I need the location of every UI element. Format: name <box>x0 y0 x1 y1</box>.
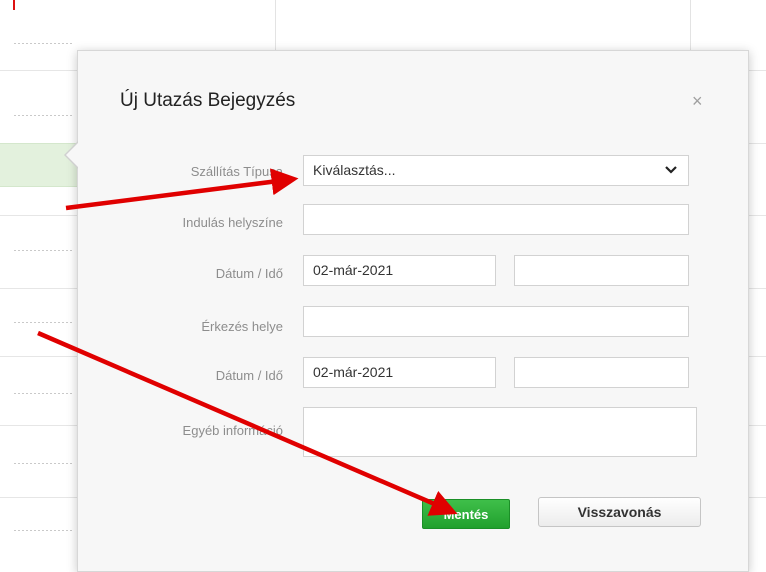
arrival-datetime-label: Dátum / Idő <box>215 368 283 383</box>
transport-type-value: Kiválasztás... <box>313 162 396 178</box>
departure-place-input[interactable] <box>303 204 689 235</box>
departure-time-input[interactable] <box>514 255 689 286</box>
close-icon[interactable]: × <box>692 91 703 112</box>
grid-dotted-line <box>14 322 74 323</box>
arrival-place-input[interactable] <box>303 306 689 337</box>
transport-type-select[interactable]: Kiválasztás... <box>303 155 689 186</box>
departure-place-label: Indulás helyszíne <box>182 215 283 230</box>
grid-dotted-line <box>14 463 74 464</box>
grid-dotted-line <box>14 115 74 116</box>
arrival-time-input[interactable] <box>514 357 689 388</box>
save-button[interactable]: Mentés <box>422 499 510 529</box>
cancel-button[interactable]: Visszavonás <box>538 497 701 527</box>
other-info-textarea[interactable] <box>303 407 697 457</box>
grid-dotted-line <box>14 250 74 251</box>
departure-datetime-label: Dátum / Idő <box>215 266 283 281</box>
other-info-label: Egyéb információ <box>182 423 283 438</box>
popover-arrow-fill <box>66 142 79 168</box>
dialog-title: Új Utazás Bejegyzés <box>120 90 296 111</box>
arrival-date-input[interactable]: 02-már-2021 <box>303 357 496 388</box>
grid-dotted-line <box>14 43 74 44</box>
grid-dotted-line <box>14 393 74 394</box>
transport-type-label: Szállítás Típusa <box>190 164 283 179</box>
chevron-down-icon <box>665 166 677 174</box>
grid-dotted-line <box>14 530 74 531</box>
departure-date-input[interactable]: 02-már-2021 <box>303 255 496 286</box>
arrival-place-label: Érkezés helye <box>201 319 283 334</box>
time-indicator <box>13 0 15 10</box>
new-trip-dialog: Új Utazás Bejegyzés × Szállítás Típusa K… <box>64 50 749 572</box>
